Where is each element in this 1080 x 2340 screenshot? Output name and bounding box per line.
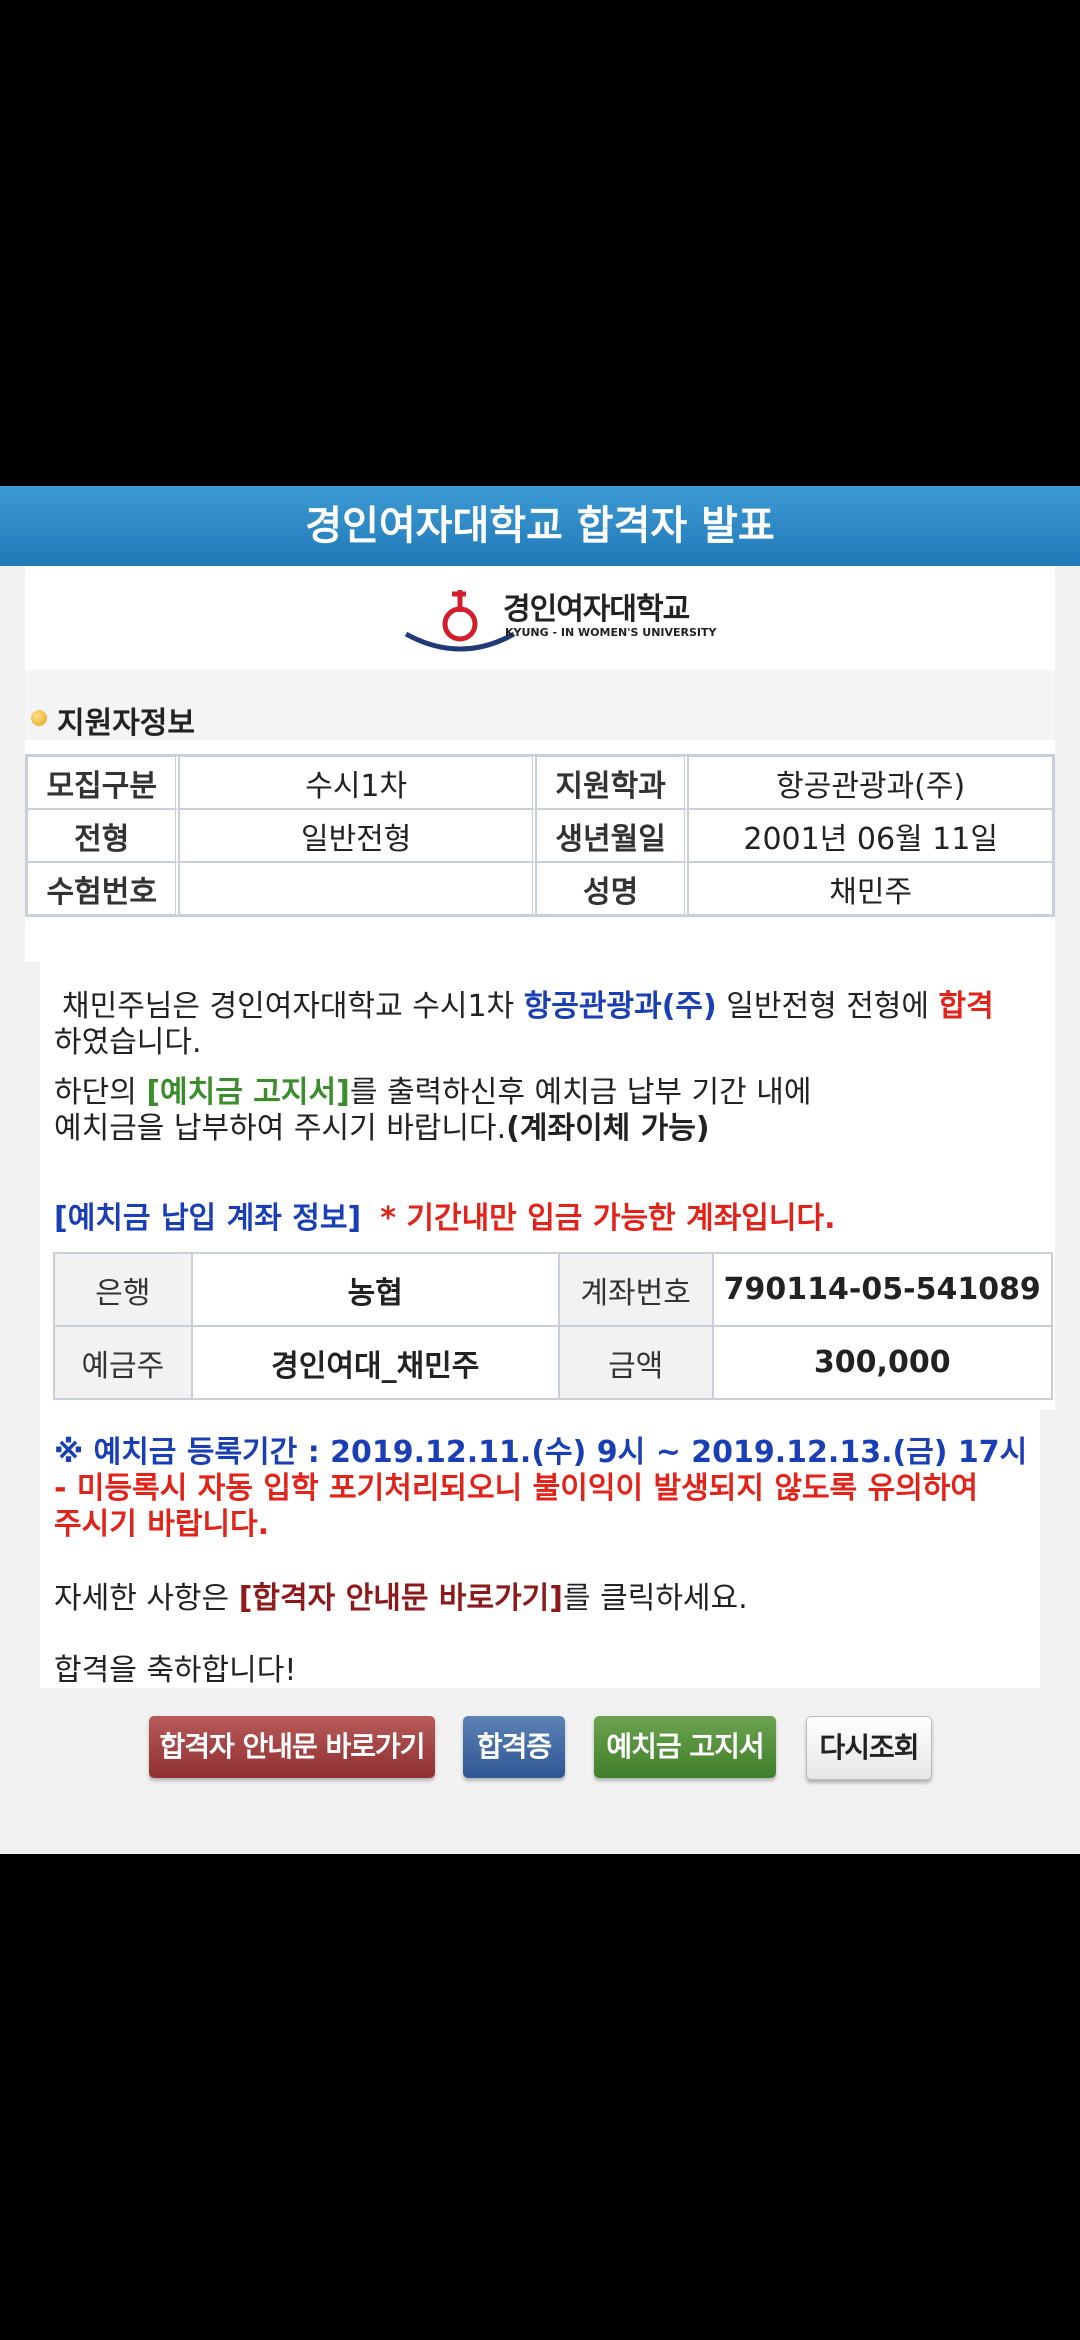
section-header: 지원자정보 (25, 670, 1055, 741)
deposit-period: ※ 예치금 등록기간 : 2019.12.11.(수) 9시 ~ 2019.12… (54, 1435, 1028, 1470)
account-title: [예치금 납입 계좌 정보] (54, 1201, 362, 1236)
page-title-banner: 경인여자대학교 합격자 발표 (0, 486, 1080, 566)
detail-line: 자세한 사항은 [합격자 안내문 바로가기]를 클릭하세요. (54, 1580, 748, 1618)
table-header-cell: 전형 (27, 809, 180, 862)
table-row: 수험번호 성명 채민주 (27, 862, 1053, 915)
table-header-cell: 계좌번호 (557, 1252, 714, 1327)
warning-line: - 미등록시 자동 입학 포기처리되오니 불이익이 발생되지 않도록 유의하여 (54, 1471, 979, 1506)
table-cell: 경인여대_채민주 (190, 1325, 560, 1400)
table-cell: 채민주 (688, 862, 1053, 915)
detail-text: 를 클릭하세요. (563, 1581, 748, 1616)
logo-name-korean: 경인여자대학교 (503, 592, 690, 627)
result-message-line: 하였습니다. (54, 1025, 202, 1060)
result-text: 일반전형 전형에 (716, 989, 939, 1024)
result-message-line: 채민주님은 경인여자대학교 수시1차 항공관광과(주) 일반전형 전형에 합격 (62, 988, 994, 1026)
exam-number-cell (179, 862, 536, 915)
account-number-cell: 790114-05-541089 (711, 1252, 1053, 1327)
deposit-notice-reference: [예치금 고지서] (146, 1075, 350, 1110)
instruction-text: 예치금을 납부하여 주시기 바랍니다. (54, 1111, 507, 1146)
table-header-cell: 수험번호 (27, 862, 180, 915)
table-cell: 일반전형 (179, 809, 536, 862)
table-cell: 2001년 06월 11일 (688, 809, 1053, 862)
action-buttons: 합격자 안내문 바로가기 합격증 예치금 고지서 다시조회 (0, 1716, 1080, 1788)
table-header-cell: 예금주 (53, 1325, 193, 1400)
logo-name-english: KYUNG - IN WOMEN'S UNIVERSITY (505, 626, 717, 639)
table-cell: 농협 (190, 1252, 560, 1327)
guide-button[interactable]: 합격자 안내문 바로가기 (149, 1716, 435, 1778)
table-header-cell: 은행 (53, 1252, 193, 1327)
pass-text: 합격 (938, 989, 994, 1024)
deposit-notice-button[interactable]: 예치금 고지서 (594, 1716, 776, 1778)
table-header-cell: 성명 (535, 862, 689, 915)
instruction-line: 예치금을 납부하여 주시기 바랍니다.(계좌이체 가능) (54, 1110, 710, 1148)
applicant-info-table: 모집구분 수시1차 지원학과 항공관광과(주) 전형 일반전형 생년월일 200… (25, 754, 1055, 917)
result-text: 채민주님은 경인여자대학교 수시1차 (62, 989, 524, 1024)
table-row: 예금주 경인여대_채민주 금액 300,000 (53, 1325, 1053, 1400)
table-row: 은행 농협 계좌번호 790114-05-541089 (53, 1252, 1053, 1327)
university-logo-area: 경인여자대학교 KYUNG - IN WOMEN'S UNIVERSITY (25, 566, 1055, 671)
detail-text: 자세한 사항은 (54, 1581, 239, 1616)
table-cell: 수시1차 (179, 756, 536, 809)
page-title: 경인여자대학교 합격자 발표 (305, 503, 775, 549)
instruction-text: 하단의 (54, 1075, 147, 1110)
transfer-note: (계좌이체 가능) (506, 1111, 710, 1146)
account-note: * 기간내만 입금 가능한 계좌입니다. (380, 1201, 836, 1236)
section-title: 지원자정보 (57, 706, 195, 741)
account-info-table: 은행 농협 계좌번호 790114-05-541089 예금주 경인여대_채민주… (53, 1252, 1053, 1400)
table-cell: 항공관광과(주) (688, 756, 1053, 809)
result-page: 경인여자대학교 합격자 발표 경인여자대학교 KYUNG - IN WOMEN'… (0, 486, 1080, 1854)
table-header-cell: 금액 (557, 1325, 714, 1400)
table-header-cell: 모집구분 (27, 756, 180, 809)
university-emblem-icon (404, 590, 516, 652)
warning-line: 주시기 바랍니다. (54, 1507, 270, 1542)
amount-cell: 300,000 (711, 1325, 1053, 1400)
table-row: 전형 일반전형 생년월일 2001년 06월 11일 (27, 809, 1053, 862)
instruction-line: 하단의 [예치금 고지서]를 출력하신후 예치금 납부 기간 내에 (54, 1074, 812, 1112)
table-row: 모집구분 수시1차 지원학과 항공관광과(주) (27, 756, 1053, 809)
certificate-button[interactable]: 합격증 (463, 1716, 565, 1778)
account-title-line: [예치금 납입 계좌 정보] * 기간내만 입금 가능한 계좌입니다. (54, 1200, 836, 1238)
instruction-text: 를 출력하신후 예치금 납부 기간 내에 (349, 1075, 812, 1110)
guide-link-reference: [합격자 안내문 바로가기] (238, 1581, 563, 1616)
bullet-icon (31, 710, 47, 726)
congratulations-text: 합격을 축하합니다! (54, 1653, 297, 1688)
table-header-cell: 생년월일 (535, 809, 689, 862)
retry-button[interactable]: 다시조회 (806, 1716, 932, 1780)
result-notice-box: 채민주님은 경인여자대학교 수시1차 항공관광과(주) 일반전형 전형에 합격 … (25, 962, 1053, 1688)
department-text: 항공관광과(주) (523, 989, 717, 1024)
table-header-cell: 지원학과 (535, 756, 689, 809)
